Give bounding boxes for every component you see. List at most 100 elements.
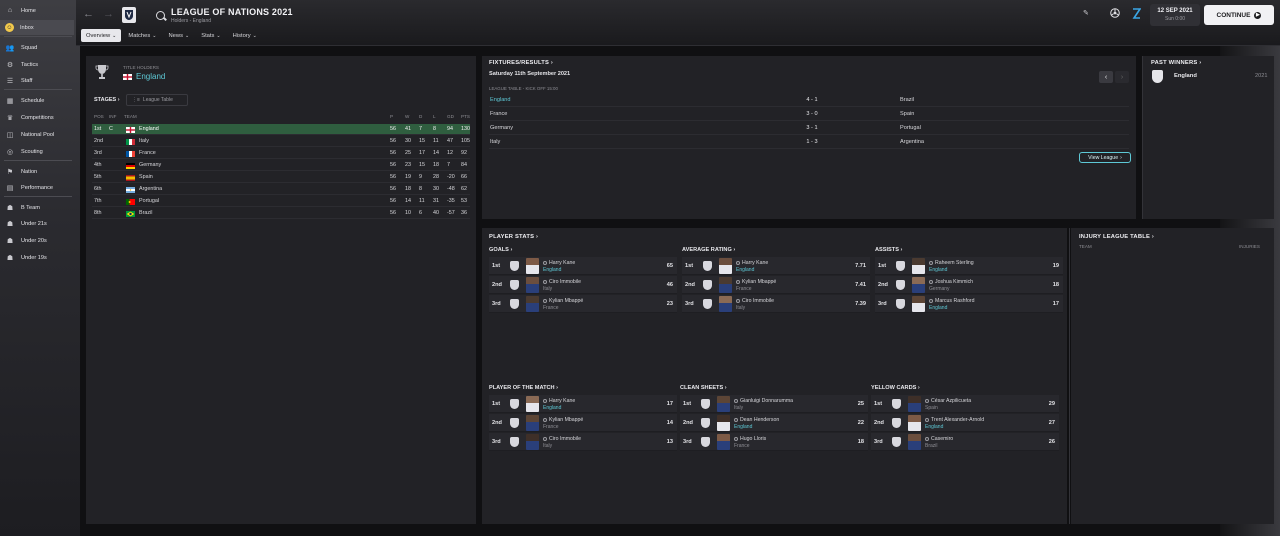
- sidebar-item-scouting[interactable]: ◎ Scouting: [0, 144, 74, 159]
- table-row[interactable]: 1st C England 56 41 7 8 94 130: [92, 124, 470, 135]
- home-team[interactable]: England: [490, 97, 511, 103]
- player-name-wrap[interactable]: Ciro Immobile: [736, 298, 774, 304]
- network-icon[interactable]: [1110, 8, 1120, 18]
- sidebar-item-under-19s[interactable]: ☗ Under 19s: [0, 250, 74, 265]
- stat-block-heading[interactable]: PLAYER OF THE MATCH ›: [489, 385, 558, 391]
- player-name-wrap[interactable]: Marcus Rashford: [929, 298, 975, 304]
- away-team[interactable]: Portugal: [900, 125, 921, 131]
- player-name-wrap[interactable]: Raheem Sterling: [929, 260, 974, 266]
- sidebar-item-national-pool[interactable]: ◫ National Pool: [0, 127, 74, 142]
- table-row[interactable]: 4th Germany 56 23 15 18 7 84: [92, 160, 470, 171]
- player-photo[interactable]: [912, 258, 925, 274]
- continue-button[interactable]: CONTINUE ▶: [1204, 5, 1274, 25]
- player-photo[interactable]: [912, 277, 925, 293]
- table-row[interactable]: 2nd Italy 56 30 15 11 47 105: [92, 136, 470, 147]
- injury-table-heading[interactable]: INJURY LEAGUE TABLE ›: [1079, 234, 1154, 240]
- away-team[interactable]: Brazil: [900, 97, 914, 103]
- edit-pencil-icon[interactable]: ✎: [1083, 9, 1089, 17]
- stat-row[interactable]: 3rd Casemiro Brazil 26: [871, 433, 1059, 451]
- home-team[interactable]: Germany: [490, 125, 513, 131]
- stat-row[interactable]: 2nd Joshua Kimmich Germany 18: [875, 276, 1063, 294]
- player-name-wrap[interactable]: Kylian Mbappé: [543, 298, 583, 304]
- sidebar-item-schedule[interactable]: ▦ Schedule: [0, 93, 74, 108]
- table-row[interactable]: 3rd France 56 25 17 14 12 92: [92, 148, 470, 159]
- player-photo[interactable]: [717, 396, 730, 412]
- fixture-row[interactable]: England 4 - 1 Brazil: [489, 94, 1129, 107]
- match-score[interactable]: 3 - 0: [802, 111, 822, 117]
- tab-matches[interactable]: Matches ⌄: [123, 29, 161, 42]
- player-name-wrap[interactable]: Harry Kane: [543, 398, 575, 404]
- player-photo[interactable]: [719, 277, 732, 293]
- stage-select[interactable]: ⋮≡ League Table: [126, 94, 188, 106]
- player-photo[interactable]: [526, 277, 539, 293]
- sidebar-item-tactics[interactable]: ⚙ Tactics: [0, 57, 74, 72]
- table-row[interactable]: 5th Spain 56 19 9 28 -20 66: [92, 172, 470, 183]
- stat-row[interactable]: 3rd Marcus Rashford England 17: [875, 295, 1063, 313]
- forward-arrow-icon[interactable]: →: [103, 8, 114, 20]
- view-league-button[interactable]: View League ›: [1079, 152, 1131, 163]
- player-photo[interactable]: [526, 415, 539, 431]
- stat-row[interactable]: 1st Harry Kane England 7.71: [682, 257, 870, 275]
- next-page-button[interactable]: ›: [1115, 71, 1129, 83]
- player-name-wrap[interactable]: Dean Henderson: [734, 417, 779, 423]
- player-photo[interactable]: [717, 415, 730, 431]
- away-team[interactable]: Argentina: [900, 139, 924, 145]
- fixture-row[interactable]: Italy 1 - 3 Argentina: [489, 136, 1129, 149]
- fixtures-heading[interactable]: FIXTURES/RESULTS ›: [489, 60, 553, 66]
- past-winners-heading[interactable]: PAST WINNERS ›: [1151, 60, 1201, 66]
- stat-row[interactable]: 3rd Hugo Lloris France 18: [680, 433, 868, 451]
- match-score[interactable]: 4 - 1: [802, 97, 822, 103]
- player-name-wrap[interactable]: Ciro Immobile: [543, 436, 581, 442]
- player-name-wrap[interactable]: Hugo Lloris: [734, 436, 766, 442]
- sidebar-item-squad[interactable]: 👥 Squad: [0, 40, 74, 55]
- stat-row[interactable]: 1st Harry Kane England 17: [489, 395, 677, 413]
- sidebar-item-nation[interactable]: ⚑ Nation: [0, 164, 74, 179]
- stat-row[interactable]: 3rd Ciro Immobile Italy 7.39: [682, 295, 870, 313]
- player-name-wrap[interactable]: César Azpilicueta: [925, 398, 971, 404]
- home-team[interactable]: France: [490, 111, 507, 117]
- date-display[interactable]: 12 SEP 2021 Sun 0:00: [1150, 4, 1200, 26]
- player-name-wrap[interactable]: Kylian Mbappé: [543, 417, 583, 423]
- player-name-wrap[interactable]: Harry Kane: [736, 260, 768, 266]
- sidebar-item-inbox[interactable]: ☺ Inbox: [0, 20, 74, 35]
- stat-row[interactable]: 2nd Kylian Mbappé France 14: [489, 414, 677, 432]
- stat-block-heading[interactable]: GOALS ›: [489, 247, 512, 253]
- player-photo[interactable]: [908, 396, 921, 412]
- sidebar-item-competitions[interactable]: ♛ Competitions: [0, 110, 74, 125]
- stat-row[interactable]: 1st Gianluigi Donnarumma Italy 25: [680, 395, 868, 413]
- prev-page-button[interactable]: ‹: [1099, 71, 1113, 83]
- player-photo[interactable]: [719, 296, 732, 312]
- home-team[interactable]: Italy: [490, 139, 500, 145]
- player-photo[interactable]: [719, 258, 732, 274]
- stat-block-heading[interactable]: YELLOW CARDS ›: [871, 385, 920, 391]
- tab-stats[interactable]: Stats ⌄: [196, 29, 225, 42]
- sidebar-item-performance[interactable]: ▤ Performance: [0, 180, 74, 195]
- player-photo[interactable]: [526, 296, 539, 312]
- search-icon[interactable]: [156, 11, 165, 20]
- title-holders-team[interactable]: England: [123, 72, 165, 81]
- fm-logo-icon[interactable]: [1132, 8, 1141, 19]
- match-score[interactable]: 3 - 1: [802, 125, 822, 131]
- sidebar-item-staff[interactable]: ☰ Staff: [0, 73, 74, 88]
- stat-row[interactable]: 2nd Ciro Immobile Italy 46: [489, 276, 677, 294]
- player-name-wrap[interactable]: Gianluigi Donnarumma: [734, 398, 793, 404]
- sidebar-item-under-21s[interactable]: ☗ Under 21s: [0, 216, 74, 231]
- back-arrow-icon[interactable]: ←: [83, 8, 94, 20]
- stat-row[interactable]: 2nd Kylian Mbappé France 7.41: [682, 276, 870, 294]
- player-name-wrap[interactable]: Ciro Immobile: [543, 279, 581, 285]
- player-photo[interactable]: [908, 434, 921, 450]
- sidebar-item-b-team[interactable]: ☗ B Team: [0, 200, 74, 215]
- player-photo[interactable]: [526, 396, 539, 412]
- stat-row[interactable]: 2nd Trent Alexander-Arnold England 27: [871, 414, 1059, 432]
- stat-row[interactable]: 2nd Dean Henderson England 22: [680, 414, 868, 432]
- away-team[interactable]: Spain: [900, 111, 914, 117]
- player-name-wrap[interactable]: Joshua Kimmich: [929, 279, 973, 285]
- table-row[interactable]: 8th Brazil 56 10 6 40 -57 36: [92, 208, 470, 219]
- tab-overview[interactable]: Overview ⌄: [81, 29, 122, 42]
- player-stats-heading[interactable]: PLAYER STATS ›: [489, 234, 538, 240]
- player-photo[interactable]: [717, 434, 730, 450]
- sidebar-item-home[interactable]: ⌂ Home: [0, 3, 74, 18]
- stat-row[interactable]: 1st Harry Kane England 65: [489, 257, 677, 275]
- stat-block-heading[interactable]: AVERAGE RATING ›: [682, 247, 735, 253]
- stat-block-heading[interactable]: CLEAN SHEETS ›: [680, 385, 727, 391]
